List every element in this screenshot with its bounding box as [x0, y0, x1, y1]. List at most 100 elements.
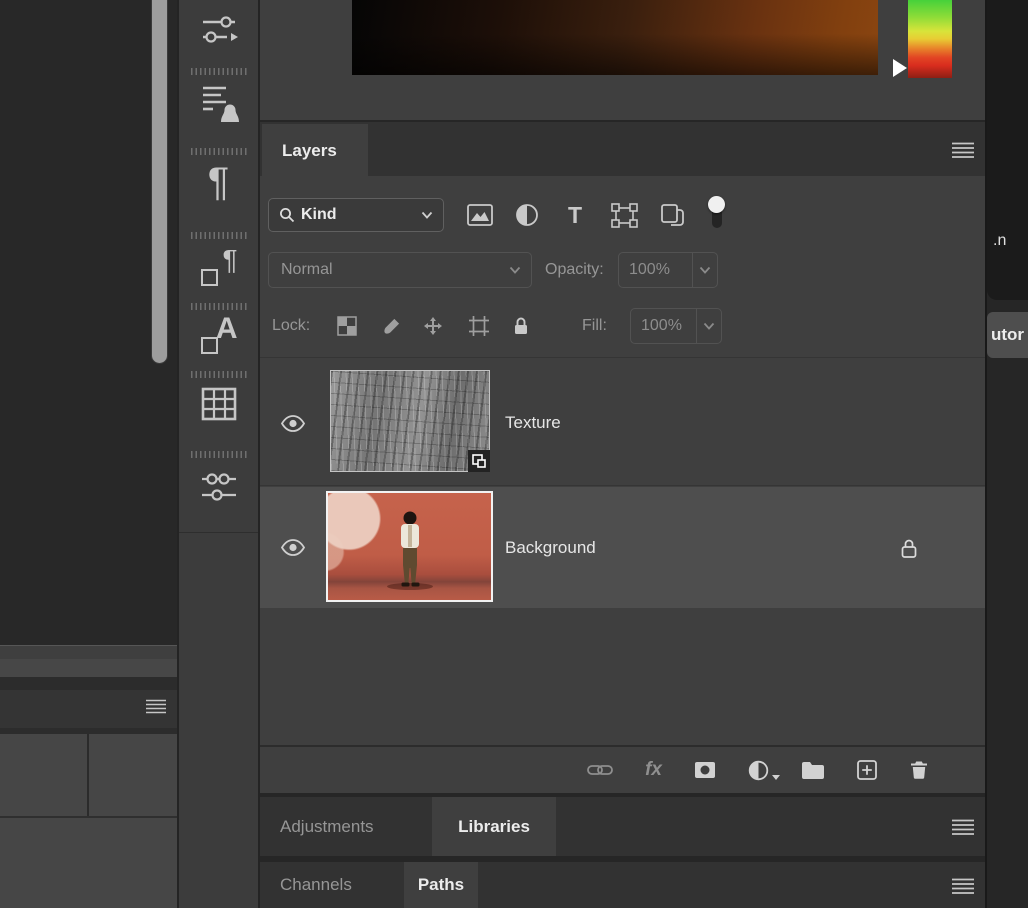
scrollbar-thumb[interactable] [151, 0, 168, 364]
panel-edge-strip [0, 645, 177, 659]
tab-layers[interactable]: Layers [262, 124, 368, 178]
tab-libraries[interactable]: Libraries [432, 797, 556, 856]
kind-filter-select[interactable]: Kind [268, 198, 444, 232]
type-glyph: T [568, 202, 582, 229]
rail-gripper [179, 303, 258, 310]
layers-tab-label: Layers [282, 141, 337, 161]
gradient-preview[interactable] [352, 0, 878, 75]
tab-adjustments[interactable]: Adjustments [260, 797, 374, 856]
add-mask-icon[interactable] [694, 761, 716, 779]
chevron-down-icon [696, 309, 721, 343]
paths-tab-label: Paths [418, 875, 464, 895]
layer-thumbnail-texture[interactable] [330, 370, 490, 472]
opacity-value: 100% [619, 261, 692, 279]
opacity-label: Opacity: [545, 252, 604, 288]
paragraph-glyph: ¶ [208, 158, 229, 206]
fill-value: 100% [631, 317, 696, 335]
tab-paths[interactable]: Paths [404, 862, 478, 908]
clipped-text-fragment: .n [993, 232, 1006, 250]
layer-row-texture[interactable]: Texture [260, 357, 985, 486]
layer-lock-icon [896, 535, 922, 561]
shape-filter-icon[interactable] [610, 200, 638, 230]
filter-sliders-icon[interactable] [179, 468, 258, 506]
style-box [201, 269, 218, 286]
fill-select[interactable]: 100% [630, 308, 722, 344]
panel-seam-vertical [87, 734, 89, 818]
paragraph-glyph-small: ¶ [222, 244, 237, 276]
layer-row-background[interactable]: Background [260, 487, 985, 608]
rail-gripper [179, 371, 258, 378]
color-spectrum-strip[interactable] [908, 0, 952, 78]
smart-object-badge [468, 450, 490, 472]
lock-move-icon[interactable] [421, 310, 445, 342]
layer-thumbnail-background[interactable] [326, 491, 493, 602]
pixel-layer-filter-icon[interactable] [467, 200, 493, 230]
layer-style-icon[interactable]: fx [645, 759, 662, 781]
paragraph-panel-icon[interactable]: ¶ [179, 158, 258, 206]
search-icon [279, 207, 295, 223]
character-styles-icon[interactable] [179, 82, 258, 124]
chevron-down-icon [509, 266, 521, 274]
gradient-stop-marker[interactable] [893, 59, 907, 77]
smart-object-filter-icon[interactable] [659, 200, 685, 230]
layer-name: Background [505, 487, 596, 608]
middle-panel-menu-icon[interactable] [948, 817, 978, 837]
person-figure [390, 510, 430, 588]
panel-icon-rail: ¶ ¶ A [177, 0, 260, 908]
opacity-select[interactable]: 100% [618, 252, 718, 288]
table-grid-icon[interactable] [179, 386, 258, 422]
middle-tab-bar: Adjustments Libraries [260, 797, 985, 856]
layers-panel-menu-icon[interactable] [948, 140, 978, 160]
chevron-down-icon [692, 253, 717, 287]
delete-layer-icon[interactable] [909, 760, 929, 780]
panel-seam-horizontal [0, 816, 177, 818]
libraries-tab-label: Libraries [458, 817, 530, 837]
layers-footer-toolbar: fx [260, 745, 985, 793]
photoshop-panel-area: ¶ ¶ A [0, 0, 1028, 908]
right-edge-column: .n utor [985, 0, 1028, 908]
lock-transparency-icon[interactable] [335, 310, 359, 342]
link-layers-icon[interactable] [587, 762, 613, 778]
blend-mode-value: Normal [281, 261, 333, 279]
new-layer-icon[interactable] [857, 760, 877, 780]
canvas-edge [0, 0, 177, 645]
rail-gripper [179, 68, 258, 75]
gradient-shade [352, 0, 878, 75]
type-filter-icon[interactable]: T [564, 200, 586, 230]
chevron-down-icon [421, 211, 433, 219]
glyphs-icon[interactable]: A [179, 312, 258, 358]
letter-a-glyph: A [216, 312, 238, 346]
adjustments-tab-label: Adjustments [280, 817, 374, 837]
style-box [201, 337, 218, 354]
visibility-eye-icon[interactable] [275, 412, 311, 434]
rail-gripper [179, 451, 258, 458]
lock-paint-icon[interactable] [381, 310, 401, 342]
filter-toggle[interactable] [708, 196, 726, 232]
visibility-eye-icon[interactable] [275, 536, 311, 558]
blend-mode-select[interactable]: Normal [268, 252, 532, 288]
lock-all-icon[interactable] [512, 310, 530, 342]
new-adjustment-icon[interactable] [748, 760, 769, 781]
kind-label: Kind [301, 206, 337, 224]
channels-tab-label: Channels [280, 875, 352, 895]
lock-artboard-icon[interactable] [467, 310, 491, 342]
adjustment-filter-icon[interactable] [515, 200, 539, 230]
tab-channels[interactable]: Channels [260, 862, 352, 908]
caret-down-icon [772, 775, 780, 780]
panel-menu-icon[interactable] [145, 699, 167, 719]
collapsed-panel-content [0, 734, 177, 908]
fill-label: Fill: [582, 310, 607, 342]
bottom-tab-bar: Channels Paths [260, 862, 985, 908]
toggle-knob [708, 196, 725, 213]
rail-gripper [179, 148, 258, 155]
properties-panel-bottom [260, 0, 985, 120]
document-window-edge: .n [987, 0, 1028, 300]
paragraph-styles-icon[interactable]: ¶ [179, 244, 258, 290]
layers-panel-header: Layers [260, 120, 985, 176]
bottom-panel-menu-icon[interactable] [948, 876, 978, 896]
mixer-sliders-icon[interactable] [179, 10, 258, 50]
new-group-icon[interactable] [801, 761, 825, 779]
layers-panel: Layers Kind T [260, 120, 985, 793]
clipped-panel-chip[interactable]: utor [987, 312, 1028, 358]
rail-divider [179, 532, 258, 533]
